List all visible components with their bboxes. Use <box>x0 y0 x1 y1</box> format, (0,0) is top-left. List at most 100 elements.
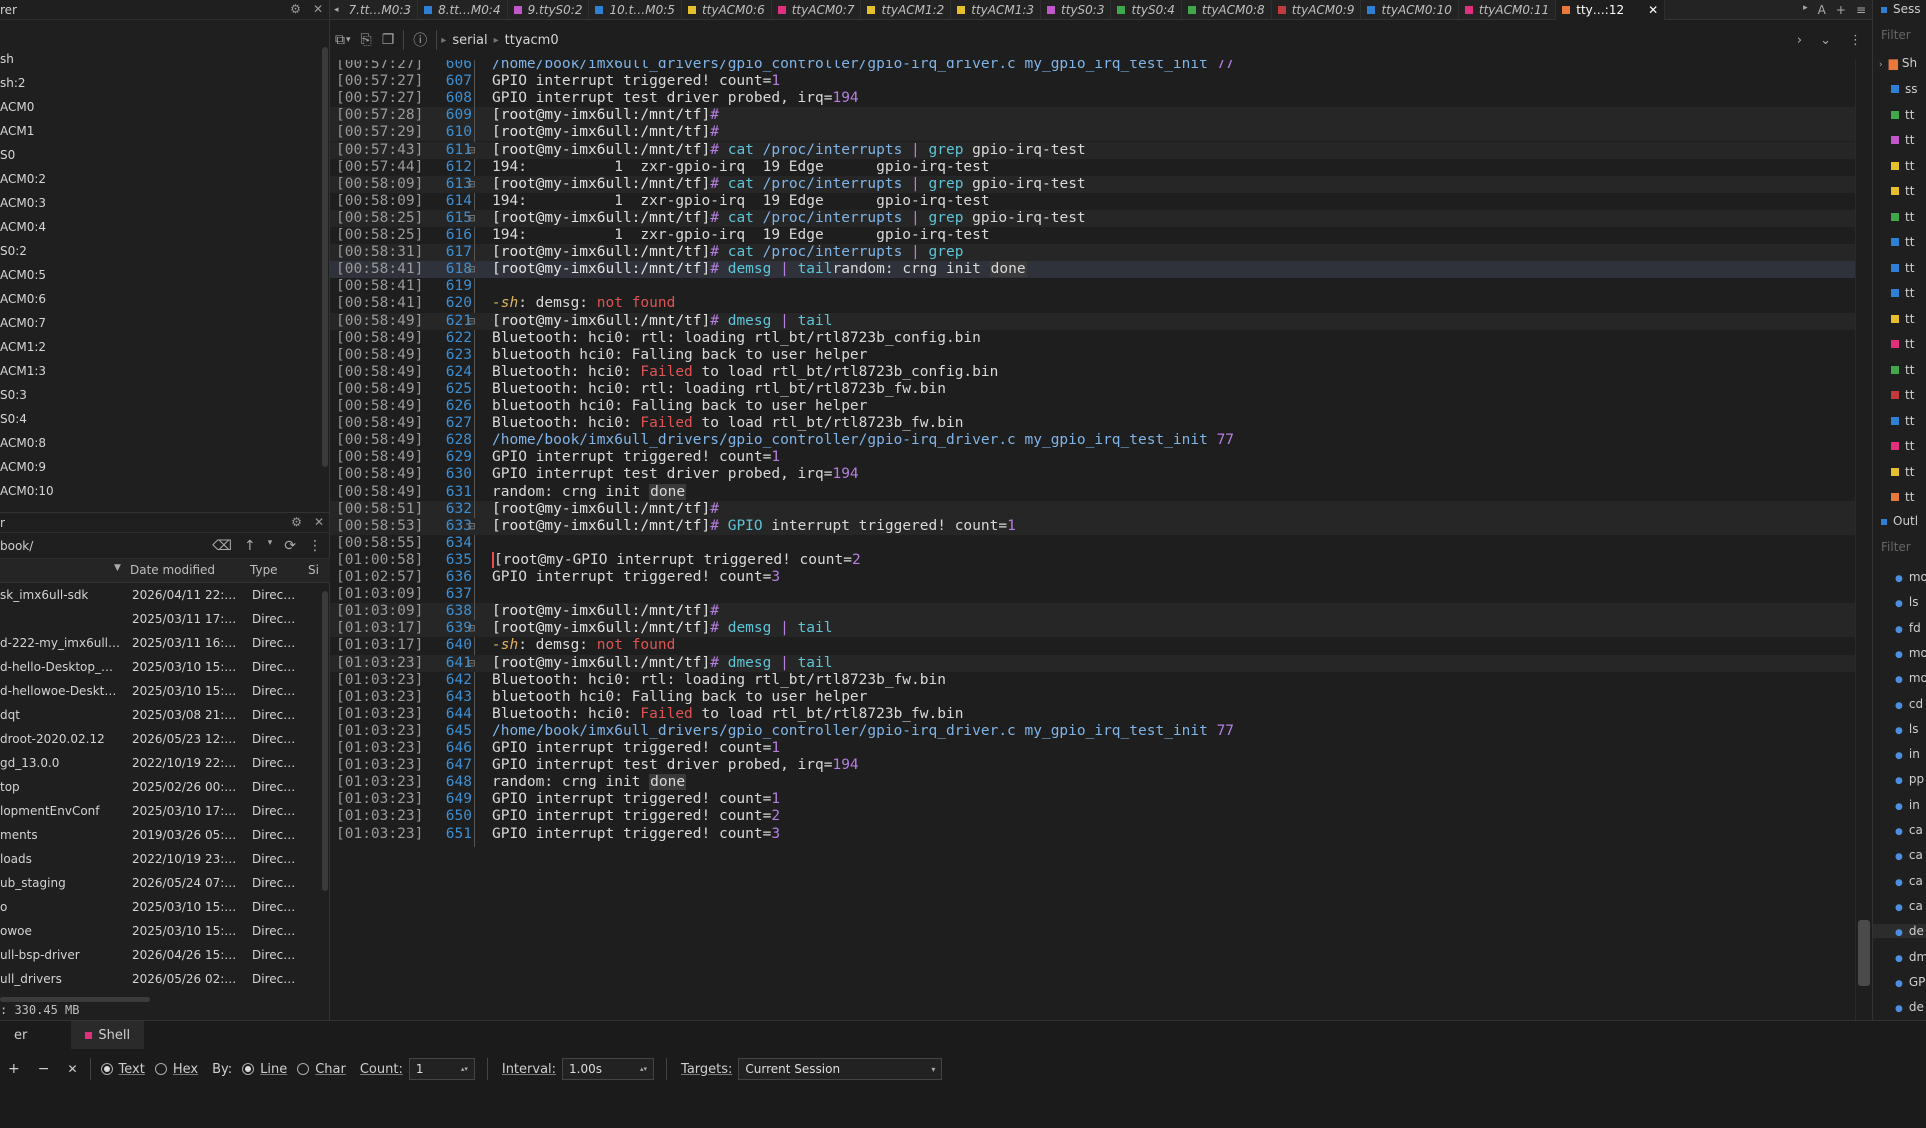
outline-item[interactable]: ● ca <box>1895 823 1923 837</box>
outline-item[interactable]: ● mo <box>1895 570 1926 584</box>
file-row[interactable]: droot-2020.02.12 2026/05/23 12:… Direc… <box>0 727 330 751</box>
col-size[interactable]: Si <box>308 563 319 577</box>
outline-item[interactable]: ● mo <box>1895 646 1926 660</box>
session-tab[interactable]: ttyACM0:11 <box>1459 0 1557 20</box>
file-row[interactable]: ments 2019/03/26 05:… Direc… <box>0 823 330 847</box>
session-tree-item[interactable]: tt <box>1891 465 1914 479</box>
file-row[interactable]: o 2025/03/10 15:… Direc… <box>0 895 330 919</box>
breadcrumb-serial[interactable]: serial <box>452 33 487 48</box>
info-icon[interactable]: ⓘ <box>413 30 427 50</box>
close-icon[interactable]: ✕ <box>67 1062 77 1076</box>
session-item[interactable]: ACM0:8 <box>0 431 318 455</box>
session-tab[interactable]: ttyACM0:9 <box>1272 0 1362 20</box>
char-radio[interactable] <box>297 1063 310 1075</box>
file-row[interactable]: ull-bsp-driver 2026/04/26 15:… Direc… <box>0 943 330 967</box>
close-icon[interactable]: ✕ <box>313 2 323 16</box>
outline-item[interactable]: ● dm <box>1895 950 1926 964</box>
session-tree-item[interactable]: ss <box>1891 82 1918 96</box>
bottom-tab-shell[interactable]: Shell <box>71 1021 145 1049</box>
fold-icon[interactable]: ⊟ <box>468 261 475 278</box>
session-tree-item[interactable]: tt <box>1891 235 1914 249</box>
font-icon[interactable]: A <box>1818 3 1826 17</box>
chevron-down-icon[interactable]: ▾ <box>268 538 273 554</box>
session-item[interactable]: S0:4 <box>0 407 318 431</box>
file-row[interactable]: d-222-my_imx6ull… 2025/03/11 16:… Direc… <box>0 631 330 655</box>
file-row[interactable]: dqt 2025/03/08 21:… Direc… <box>0 703 330 727</box>
outline-item[interactable]: ● ca <box>1895 899 1923 913</box>
more-icon[interactable]: ⋮ <box>308 538 322 554</box>
session-tab[interactable]: 9.ttyS0:2 <box>508 0 590 20</box>
session-tree-item[interactable]: tt <box>1891 490 1914 504</box>
gear-icon[interactable]: ⚙ <box>290 2 301 16</box>
session-tab[interactable]: ttyACM1:3 <box>951 0 1042 20</box>
export-icon[interactable]: ⎘ <box>361 32 372 48</box>
close-icon[interactable]: ✕ <box>314 515 324 529</box>
up-arrow-icon[interactable]: ↑ <box>244 538 256 554</box>
session-tree-item[interactable]: tt <box>1891 133 1914 147</box>
terminal-scrollbar[interactable] <box>1855 60 1872 1020</box>
file-row[interactable]: owoe 2025/03/10 15:… Direc… <box>0 919 330 943</box>
hex-radio[interactable] <box>154 1063 167 1075</box>
session-item[interactable]: ACM1:2 <box>0 335 318 359</box>
session-item[interactable]: ACM1 <box>0 119 318 143</box>
fold-icon[interactable]: ⊟ <box>468 142 475 159</box>
session-tree-item[interactable]: tt <box>1891 108 1914 122</box>
file-row[interactable]: lopmentEnvConf 2025/03/10 17:… Direc… <box>0 799 330 823</box>
session-filter-input[interactable]: Filter <box>1881 28 1911 42</box>
session-item[interactable]: S0:2 <box>0 239 318 263</box>
file-row[interactable]: ub_staging 2026/05/24 07:… Direc… <box>0 871 330 895</box>
file-row[interactable]: loads 2022/10/19 23:… Direc… <box>0 847 330 871</box>
session-item[interactable]: ACM0:5 <box>0 263 318 287</box>
session-item[interactable]: S0:3 <box>0 383 318 407</box>
clear-icon[interactable]: ⌫ <box>212 538 232 554</box>
fold-icon[interactable]: ⊟ <box>468 210 475 227</box>
outline-item[interactable]: ● fd <box>1895 621 1921 635</box>
terminal-scrollbar-thumb[interactable] <box>1858 920 1870 986</box>
session-item[interactable]: sh:2 <box>0 71 318 95</box>
session-tab[interactable]: ttyACM0:8 <box>1182 0 1272 20</box>
interval-input[interactable]: 1.00s ▴▾ <box>562 1058 655 1080</box>
session-item[interactable]: ACM0 <box>0 95 318 119</box>
file-row[interactable]: 2025/03/11 17:… Direc… <box>0 607 330 631</box>
file-row[interactable]: sk_imx6ull-sdk 2026/04/11 22:… Direc… <box>0 583 330 607</box>
tree-root-label[interactable]: Sh <box>1902 56 1917 70</box>
chevron-right-icon[interactable]: › <box>1879 60 1883 70</box>
session-tab[interactable]: ttyS0:3 <box>1041 0 1112 20</box>
outline-item[interactable]: ● cd <box>1895 697 1923 711</box>
session-item[interactable]: ACM1:3 <box>0 359 318 383</box>
chevron-down-icon[interactable]: ⌄ <box>1820 33 1831 48</box>
col-date[interactable]: Date modified <box>130 563 215 577</box>
file-row[interactable]: top 2025/02/26 00:… Direc… <box>0 775 330 799</box>
gear-icon[interactable]: ⚙ <box>291 515 302 529</box>
fold-icon[interactable]: ⊟ <box>468 620 475 637</box>
duplicate-icon[interactable]: ❐ <box>382 32 395 48</box>
session-item[interactable]: sh <box>0 47 318 71</box>
session-item[interactable]: ACM0:4 <box>0 215 318 239</box>
files-scrollbar[interactable] <box>322 591 328 891</box>
session-tree-item[interactable]: tt <box>1891 363 1914 377</box>
line-radio[interactable] <box>242 1063 255 1075</box>
add-icon[interactable]: + <box>8 1061 20 1077</box>
session-tree-item[interactable]: tt <box>1891 439 1914 453</box>
session-tree-item[interactable]: tt <box>1891 261 1914 275</box>
outline-item[interactable]: ● ls <box>1895 595 1918 609</box>
col-type[interactable]: Type <box>250 563 278 577</box>
outline-item[interactable]: ● GP <box>1895 975 1925 989</box>
outline-filter-input[interactable]: Filter <box>1881 540 1911 554</box>
file-row[interactable]: ull_drivers 2026/05/26 02:… Direc… <box>0 967 330 991</box>
session-tree-item[interactable]: tt <box>1891 286 1914 300</box>
spinner-icon[interactable]: ▴▾ <box>640 1065 647 1073</box>
tabs-scroll-left-icon[interactable]: ◂ <box>330 5 343 15</box>
outline-item[interactable]: ● ca <box>1895 874 1923 888</box>
text-radio[interactable] <box>100 1063 113 1075</box>
session-tree-item[interactable]: tt <box>1891 159 1914 173</box>
session-tab[interactable]: tty…:12 ✕ <box>1556 0 1666 20</box>
session-tab[interactable]: ttyACM1:2 <box>861 0 952 20</box>
outline-item[interactable]: ● mo <box>1895 671 1926 685</box>
fold-icon[interactable]: ⊟ <box>468 313 475 330</box>
session-tab[interactable]: 10.t…M0:5 <box>589 0 682 20</box>
outline-item[interactable]: ● in <box>1895 747 1920 761</box>
session-tab[interactable]: 8.tt…M0:4 <box>418 0 508 20</box>
session-item[interactable]: ACM0:6 <box>0 287 318 311</box>
files-hscrollbar[interactable] <box>0 997 150 1002</box>
